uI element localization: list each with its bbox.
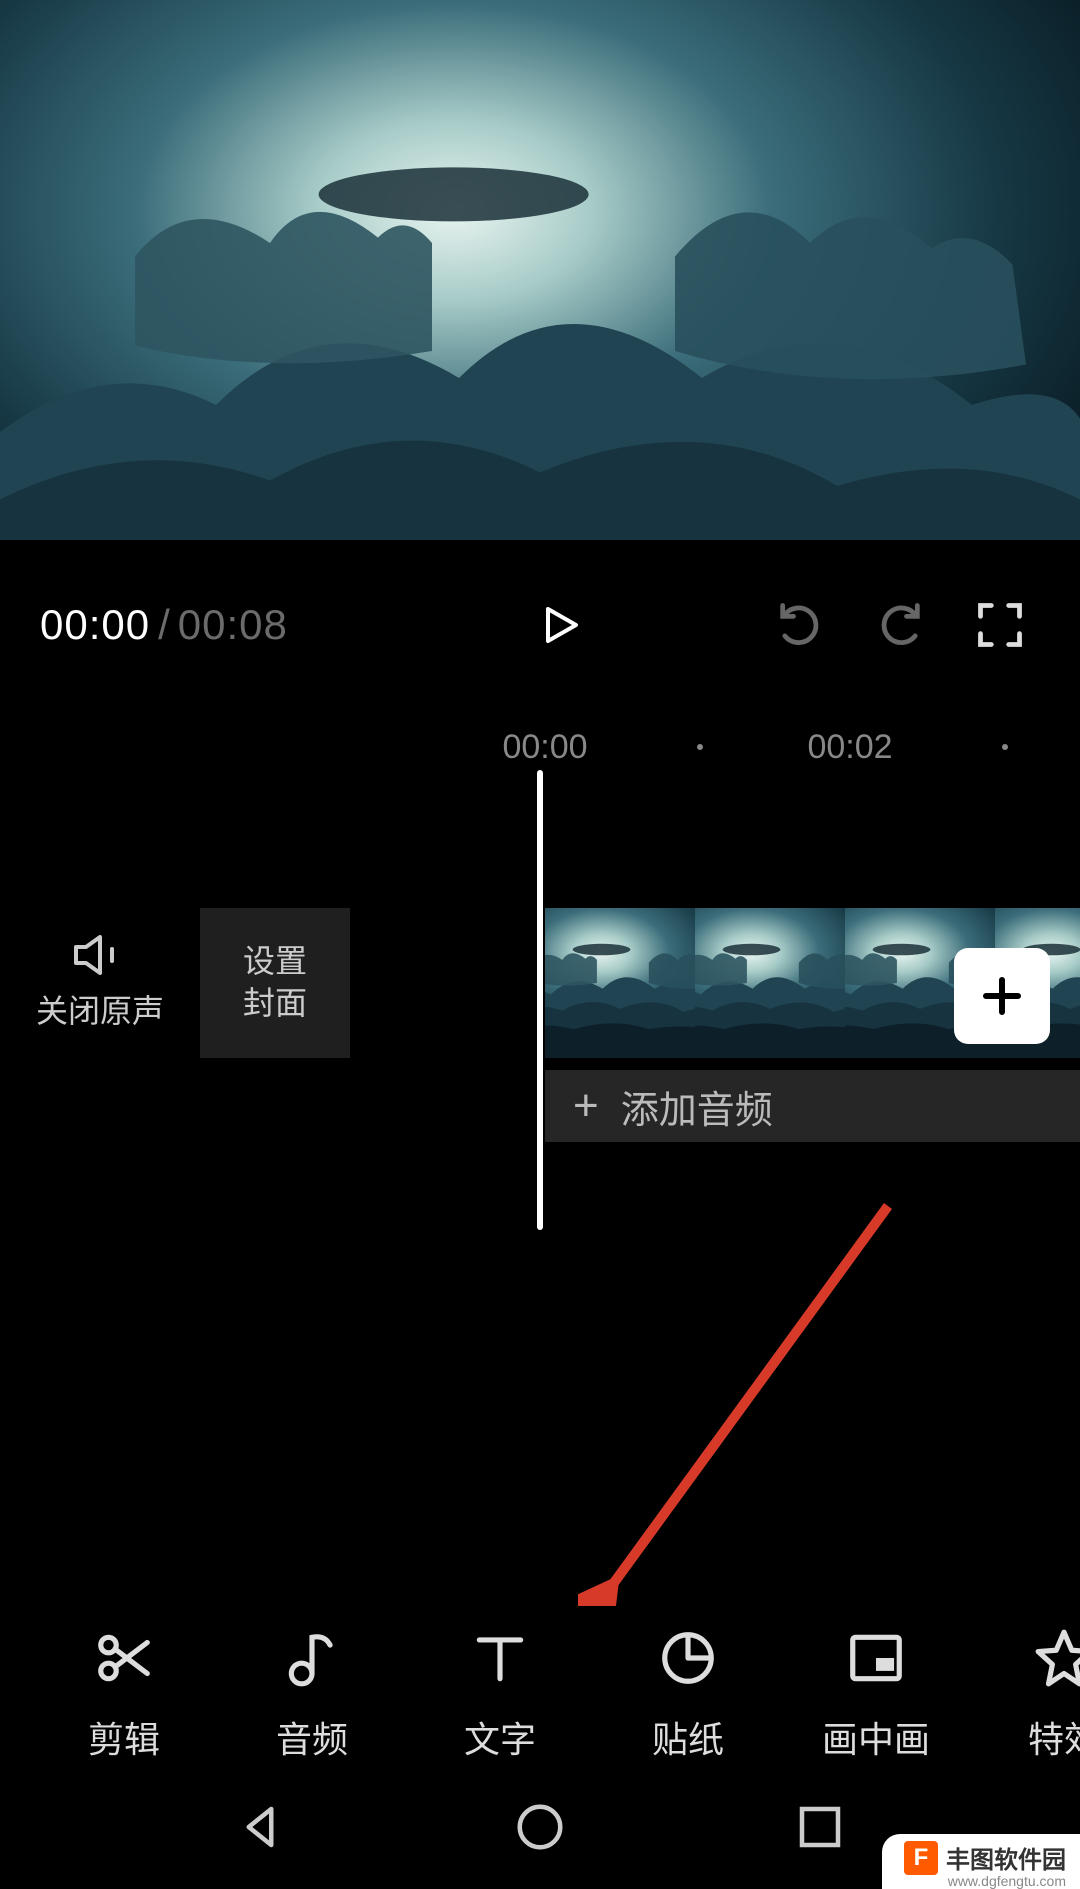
tool-label: 特效 — [1028, 1711, 1080, 1763]
nav-home-button[interactable] — [513, 1800, 567, 1859]
annotation-arrow — [578, 1196, 918, 1606]
tool-text[interactable]: 文字 — [406, 1627, 594, 1763]
playhead[interactable] — [537, 770, 543, 1230]
tool-label: 剪辑 — [88, 1711, 160, 1763]
time-total: 00:08 — [178, 601, 288, 649]
redo-button[interactable] — [860, 585, 940, 665]
plus-icon — [978, 972, 1026, 1020]
nav-back-button[interactable] — [233, 1800, 287, 1859]
ruler-mark: 00:00 — [502, 728, 587, 767]
watermark-brand: 丰图软件园 — [946, 1840, 1066, 1875]
speaker-icon — [72, 933, 128, 977]
watermark: F 丰图软件园 www.dgfengtu.com — [882, 1834, 1080, 1889]
watermark-url: www.dgfengtu.com — [948, 1873, 1066, 1889]
fullscreen-icon — [974, 599, 1026, 651]
tool-bar: 剪辑 音频 文字 贴纸 画中画 特效 — [0, 1600, 1080, 1790]
tool-label: 文字 — [464, 1711, 536, 1763]
circle-home-icon — [513, 1800, 567, 1854]
add-audio-button[interactable]: + 添加音频 — [545, 1070, 1080, 1142]
ruler-dot — [1002, 744, 1008, 750]
pip-icon — [845, 1627, 907, 1689]
set-cover-button[interactable]: 设置 封面 — [200, 908, 350, 1058]
text-icon — [469, 1627, 531, 1689]
tool-audio[interactable]: 音频 — [218, 1627, 406, 1763]
timeline-ruler[interactable]: 00:00 00:02 — [0, 710, 1080, 770]
mute-original-audio-button[interactable]: 关闭原声 — [0, 933, 200, 1033]
ruler-mark: 00:02 — [807, 728, 892, 767]
music-note-icon — [281, 1627, 343, 1689]
video-preview[interactable] — [0, 0, 1080, 540]
time-current: 00:00 — [40, 601, 150, 649]
tool-label: 音频 — [276, 1711, 348, 1763]
tool-label: 画中画 — [822, 1711, 930, 1763]
tool-pip[interactable]: 画中画 — [782, 1627, 970, 1763]
undo-icon — [774, 599, 826, 651]
undo-button[interactable] — [760, 585, 840, 665]
play-icon — [536, 601, 584, 649]
timeline[interactable]: 关闭原声 设置 封面 + 添加音频 — [0, 770, 1080, 1250]
ruler-dot — [697, 744, 703, 750]
scissors-icon — [93, 1627, 155, 1689]
triangle-back-icon — [233, 1800, 287, 1854]
square-recents-icon — [793, 1800, 847, 1854]
redo-icon — [874, 599, 926, 651]
fullscreen-button[interactable] — [960, 585, 1040, 665]
watermark-logo: F — [904, 1841, 938, 1875]
tool-label: 贴纸 — [652, 1711, 724, 1763]
time-separator: / — [158, 601, 170, 649]
mute-label: 关闭原声 — [36, 991, 164, 1033]
star-icon — [1033, 1627, 1080, 1689]
tool-cut[interactable]: 剪辑 — [30, 1627, 218, 1763]
clip-thumb — [695, 908, 845, 1058]
playback-controls: 00:00 / 00:08 — [0, 540, 1080, 710]
play-button[interactable] — [520, 585, 600, 665]
plus-icon: + — [573, 1084, 599, 1128]
cover-label: 设置 封面 — [243, 941, 307, 1024]
sticker-icon — [657, 1627, 719, 1689]
add-clip-button[interactable] — [954, 948, 1050, 1044]
tool-effects[interactable]: 特效 — [970, 1627, 1080, 1763]
nav-recents-button[interactable] — [793, 1800, 847, 1859]
add-audio-label: 添加音频 — [621, 1079, 773, 1134]
tool-sticker[interactable]: 贴纸 — [594, 1627, 782, 1763]
clip-thumb — [545, 908, 695, 1058]
